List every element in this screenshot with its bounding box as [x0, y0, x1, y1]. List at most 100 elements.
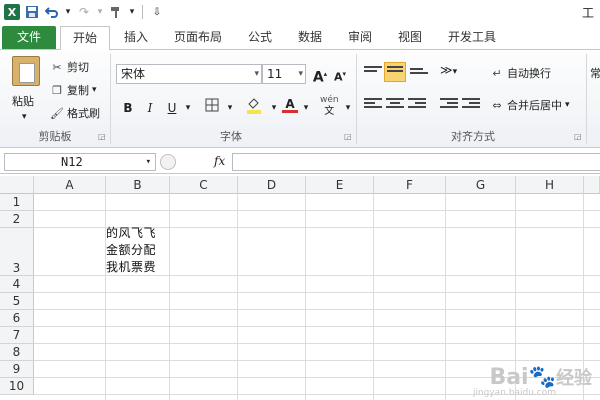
- borders-dropdown-icon[interactable]: ▾: [222, 98, 238, 118]
- row-header-2[interactable]: 2: [0, 211, 34, 228]
- align-top-icon[interactable]: [364, 64, 382, 80]
- copy-button[interactable]: ❐ 复制 ▾: [50, 81, 97, 99]
- row-header-10[interactable]: 10: [0, 378, 34, 395]
- name-box[interactable]: N12 ▾: [4, 153, 156, 171]
- cut-label: 剪切: [67, 61, 89, 74]
- cut-button[interactable]: ✂ 剪切: [50, 58, 89, 76]
- gridline-vertical: [373, 194, 374, 400]
- tab-developer[interactable]: 开发工具: [440, 26, 504, 49]
- format-painter-label: 格式刷: [67, 107, 100, 120]
- align-right-icon[interactable]: [408, 96, 426, 112]
- row-header-1[interactable]: 1: [0, 194, 34, 211]
- fill-color-icon[interactable]: [246, 96, 262, 116]
- row-header-3[interactable]: 3: [0, 228, 34, 276]
- font-name-dropdown-icon: ▾: [254, 69, 259, 79]
- align-middle-icon[interactable]: [384, 62, 406, 82]
- formula-input[interactable]: [232, 153, 600, 171]
- column-header-f[interactable]: F: [374, 176, 446, 194]
- grow-font-button[interactable]: A▴: [312, 64, 328, 86]
- increase-indent-icon[interactable]: [462, 96, 480, 112]
- column-header-e[interactable]: E: [306, 176, 374, 194]
- redo-dropdown-icon[interactable]: ▾: [96, 4, 104, 20]
- formula-resize-handle[interactable]: [160, 154, 176, 170]
- cell-b3[interactable]: 的风飞飞 金额分配 我机票费: [106, 225, 170, 276]
- select-all-corner[interactable]: [0, 176, 34, 194]
- align-bottom-icon[interactable]: [410, 66, 428, 82]
- bold-button[interactable]: B: [120, 98, 136, 118]
- format-painter-icon[interactable]: [108, 4, 124, 20]
- column-header-d[interactable]: D: [238, 176, 306, 194]
- window-title: 工: [581, 6, 594, 20]
- tab-home[interactable]: 开始: [60, 26, 110, 51]
- merge-center-dropdown-icon[interactable]: ▾: [565, 100, 570, 110]
- tab-data[interactable]: 数据: [290, 26, 330, 49]
- undo-dropdown-icon[interactable]: ▾: [64, 4, 72, 20]
- shrink-font-button[interactable]: A▾: [332, 64, 348, 84]
- font-size-dropdown-icon: ▾: [298, 69, 303, 79]
- font-launcher-icon[interactable]: ◲: [344, 132, 352, 141]
- tab-view[interactable]: 视图: [390, 26, 430, 49]
- merge-center-button[interactable]: ⇔ 合并后居中 ▾: [490, 96, 570, 114]
- wrap-text-button[interactable]: ↵ 自动换行: [490, 64, 551, 82]
- align-left-icon[interactable]: [364, 96, 382, 112]
- column-header-a[interactable]: A: [34, 176, 106, 194]
- font-color-icon[interactable]: A: [282, 94, 298, 114]
- redo-icon[interactable]: ↷: [76, 4, 92, 20]
- undo-icon[interactable]: [44, 4, 60, 20]
- row-header-4[interactable]: 4: [0, 276, 34, 293]
- font-size-value: 11: [267, 67, 283, 81]
- brush-icon: 🖌: [50, 106, 64, 120]
- row-header-7[interactable]: 7: [0, 327, 34, 344]
- font-size-select[interactable]: 11 ▾: [262, 64, 306, 84]
- orientation-icon[interactable]: ≫▾: [440, 60, 457, 80]
- clipboard-launcher-icon[interactable]: ◲: [98, 132, 106, 141]
- borders-icon[interactable]: [204, 98, 220, 118]
- align-center-icon[interactable]: [386, 96, 404, 112]
- column-header-b[interactable]: B: [106, 176, 170, 194]
- row-header-9[interactable]: 9: [0, 361, 34, 378]
- font-group-label: 字体: [220, 130, 242, 143]
- tab-file[interactable]: 文件: [2, 26, 56, 49]
- tab-insert[interactable]: 插入: [114, 26, 158, 49]
- format-painter-dropdown-icon[interactable]: ▾: [128, 4, 136, 20]
- tab-formulas[interactable]: 公式: [240, 26, 280, 49]
- insert-function-icon[interactable]: fx: [214, 154, 225, 168]
- toolbar-separator: [142, 5, 143, 19]
- name-box-dropdown-icon[interactable]: ▾: [146, 154, 151, 170]
- phonetic-guide-icon[interactable]: wén 文: [320, 94, 339, 117]
- column-header-h[interactable]: H: [516, 176, 584, 194]
- group-separator: [110, 54, 111, 144]
- decrease-indent-icon[interactable]: [440, 96, 458, 112]
- copy-dropdown-icon[interactable]: ▾: [92, 85, 97, 95]
- gridline-vertical: [237, 194, 238, 400]
- paste-dropdown-icon[interactable]: ▾: [22, 108, 27, 126]
- column-header-g[interactable]: G: [446, 176, 516, 194]
- italic-button[interactable]: I: [142, 98, 158, 118]
- cell-b3-line: 我机票费: [106, 260, 157, 274]
- underline-dropdown-icon[interactable]: ▾: [180, 98, 196, 118]
- underline-button[interactable]: U: [164, 98, 180, 118]
- column-header-c[interactable]: C: [170, 176, 238, 194]
- wrap-text-icon: ↵: [492, 66, 502, 80]
- customize-icon[interactable]: ⇩: [149, 4, 165, 20]
- tab-review[interactable]: 审阅: [340, 26, 380, 49]
- font-name-value: 宋体: [121, 67, 146, 81]
- row-header-8[interactable]: 8: [0, 344, 34, 361]
- paste-icon[interactable]: [12, 56, 40, 86]
- font-color-dropdown-icon[interactable]: ▾: [298, 98, 314, 118]
- number-format-fragment[interactable]: 常: [590, 64, 600, 82]
- excel-icon[interactable]: X: [4, 4, 20, 20]
- alignment-launcher-icon[interactable]: ◲: [574, 132, 582, 141]
- tab-page-layout[interactable]: 页面布局: [166, 26, 230, 49]
- row-header-6[interactable]: 6: [0, 310, 34, 327]
- watermark-logo: Bai🐾经验: [489, 364, 592, 390]
- format-painter-button[interactable]: 🖌 格式刷: [50, 104, 100, 122]
- phonetic-label: wén: [320, 95, 339, 105]
- font-name-select[interactable]: 宋体 ▾: [116, 64, 262, 84]
- row-header-5[interactable]: 5: [0, 293, 34, 310]
- save-icon[interactable]: [24, 4, 40, 20]
- ribbon-home: 粘贴 ▾ ✂ 剪切 ❐ 复制 ▾ 🖌 格式刷 剪贴板 ◲ 宋体 ▾ 11 ▾ A…: [0, 50, 600, 148]
- cell-b3-line: 金额分配: [106, 243, 157, 257]
- fill-color-dropdown-icon[interactable]: ▾: [266, 98, 282, 118]
- phonetic-dropdown-icon[interactable]: ▾: [340, 98, 356, 118]
